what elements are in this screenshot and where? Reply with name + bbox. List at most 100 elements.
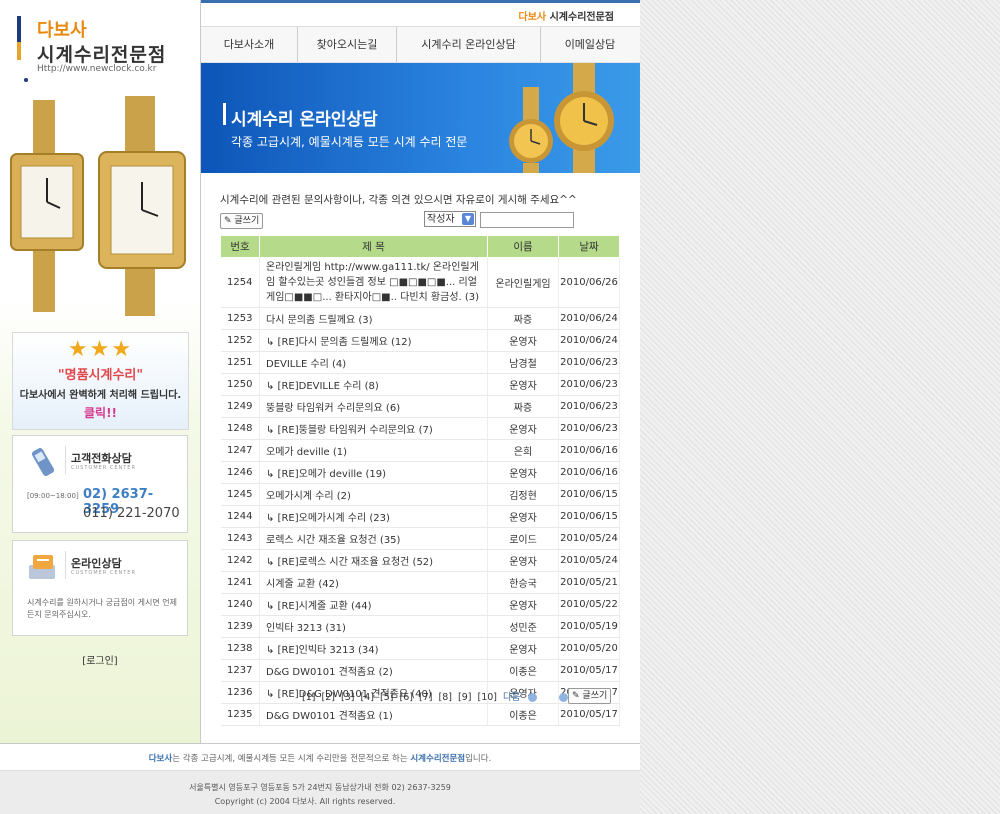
page-link[interactable]: [5]: [380, 692, 393, 703]
banner-watches-image: [509, 63, 614, 173]
post-subject-link[interactable]: ↳ [RE]인빅타 3213 (34): [259, 637, 488, 660]
post-number: 1244: [220, 505, 260, 528]
post-subject-link[interactable]: 다시 문의좀 드릴께요 (3): [259, 307, 488, 330]
post-number: 1251: [220, 351, 260, 374]
nav-item-about[interactable]: 다보사소개: [201, 27, 298, 62]
post-number: 1245: [220, 483, 260, 506]
logo-tagline[interactable]: 시계수리전문점: [37, 40, 166, 67]
post-author: 운영자: [487, 593, 559, 616]
post-author: 한승국: [487, 571, 559, 594]
post-subject-link[interactable]: ↳ [RE]시계줄 교환 (44): [259, 593, 488, 616]
online-consult-icon: [29, 555, 55, 579]
nav-item-email-consult[interactable]: 이메일상담: [541, 27, 639, 62]
chevron-down-icon[interactable]: ▼: [462, 213, 474, 225]
page-link[interactable]: [3]: [341, 692, 354, 703]
nav-item-directions[interactable]: 찾아오시는길: [298, 27, 397, 62]
table-row: 1244 ↳ [RE]오메가시계 수리 (23) 운영자 2010/06/15: [220, 505, 620, 528]
post-number: 1240: [220, 593, 260, 616]
post-author: 이종은: [487, 659, 559, 682]
page-link[interactable]: [7]: [419, 692, 432, 703]
post-date: 2010/06/24: [558, 307, 620, 330]
header-brand-name: 다보사: [518, 12, 547, 23]
login-link[interactable]: [로그인]: [0, 652, 200, 667]
banner-accent-bar: [223, 103, 226, 125]
table-row: 1249 뚱블랑 타임워커 수리문의요 (6) 짜증 2010/06/23: [220, 395, 620, 418]
table-row: 1246 ↳ [RE]오메가 deville (19) 운영자 2010/06/…: [220, 461, 620, 484]
post-subject-link[interactable]: ↳ [RE]DEVILLE 수리 (8): [259, 373, 488, 396]
repair-promo-banner[interactable]: ★★★ "명품시계수리" 다보사에서 완벽하게 처리해 드립니다. 클릭!!: [12, 332, 189, 430]
post-subject-link[interactable]: 온라인릴게임 http://www.ga111.tk/ 온라인릴게임 할수있는곳…: [259, 257, 488, 308]
phone-number-mobile: 011) 221-2070: [83, 506, 180, 521]
search-field-select[interactable]: 작성자 ▼: [424, 211, 476, 227]
logo-url: Http://www.newclock.co.kr: [37, 64, 157, 74]
post-date: 2010/05/24: [558, 549, 620, 572]
post-subject-link[interactable]: ↳ [RE]로렉스 시간 재조율 요청건 (52): [259, 549, 488, 572]
page-link[interactable]: [6]: [400, 692, 413, 703]
phone-consult-subtitle: CUSTOMER CENTER: [71, 465, 136, 471]
page-link[interactable]: [10]: [478, 692, 498, 703]
mobile-phone-icon: [31, 447, 55, 477]
table-row: 1240 ↳ [RE]시계줄 교환 (44) 운영자 2010/05/22: [220, 593, 620, 616]
post-author: 운영자: [487, 505, 559, 528]
post-date: 2010/06/23: [558, 417, 620, 440]
promo-description: 다보사에서 완벽하게 처리해 드립니다.: [19, 390, 182, 401]
post-subject-link[interactable]: 인빅타 3213 (31): [259, 615, 488, 638]
table-header-row: 번호 제 목 이름 날짜: [220, 235, 620, 258]
table-row: 1252 ↳ [RE]다시 문의좀 드릴께요 (12) 운영자 2010/06/…: [220, 329, 620, 352]
post-author: 운영자: [487, 329, 559, 352]
post-number: 1238: [220, 637, 260, 660]
post-date: 2010/06/15: [558, 483, 620, 506]
write-button[interactable]: ✎ 글쓰기: [568, 688, 612, 704]
post-subject-link[interactable]: 로렉스 시간 재조율 요청건 (35): [259, 527, 488, 550]
board-table: 번호 제 목 이름 날짜 1254 온라인릴게임 http://www.ga11…: [220, 235, 620, 726]
logo-name[interactable]: 다보사: [37, 16, 87, 42]
post-number: 1248: [220, 417, 260, 440]
post-number: 1253: [220, 307, 260, 330]
post-subject-link[interactable]: 시계줄 교환 (42): [259, 571, 488, 594]
nav-item-online-consult[interactable]: 시계수리 온라인상담: [397, 27, 541, 62]
footer-address: 서울특별시 영등포구 영등포동 5가 24번지 동남상가내 전화 02) 263…: [189, 783, 451, 792]
post-subject-link[interactable]: ↳ [RE]뚱블랑 타임워커 수리문의요 (7): [259, 417, 488, 440]
post-subject-link[interactable]: ↳ [RE]다시 문의좀 드릴께요 (12): [259, 329, 488, 352]
online-consult-box[interactable]: 온라인상담 CUSTOMER CENTER 시계수리를 원하시거나 궁금점이 게…: [12, 540, 188, 636]
post-author: 운영자: [487, 461, 559, 484]
logo-dot: [24, 78, 28, 82]
last-arrow-icon[interactable]: [558, 693, 568, 702]
pencil-icon: ✎: [572, 691, 580, 701]
page-link[interactable]: [1]: [302, 692, 315, 703]
post-subject-link[interactable]: ↳ [RE]오메가시계 수리 (23): [259, 505, 488, 528]
post-subject-link[interactable]: D&G DW0101 견적좀요 (2): [259, 659, 488, 682]
gold-watches-image: [10, 96, 186, 316]
page-link[interactable]: [2]: [322, 692, 335, 703]
post-number: 1239: [220, 615, 260, 638]
page-link[interactable]: [8]: [439, 692, 452, 703]
write-button[interactable]: ✎ 글쓰기: [220, 213, 264, 229]
post-number: 1252: [220, 329, 260, 352]
search-select-value: 작성자: [427, 214, 455, 225]
footer-brand: 다보사: [148, 754, 173, 764]
star-icons: ★★★: [67, 337, 134, 362]
next-page-link[interactable]: 다음: [503, 692, 520, 703]
next-arrow-icon[interactable]: [527, 693, 537, 702]
divider: [65, 446, 66, 474]
post-subject-link[interactable]: DEVILLE 수리 (4): [259, 351, 488, 374]
post-subject-link[interactable]: 뚱블랑 타임워커 수리문의요 (6): [259, 395, 488, 418]
post-subject-link[interactable]: 오메가 deville (1): [259, 439, 488, 462]
post-date: 2010/06/23: [558, 395, 620, 418]
page-link[interactable]: [4]: [361, 692, 374, 703]
table-row: 1243 로렉스 시간 재조율 요청건 (35) 로이드 2010/05/24: [220, 527, 620, 550]
post-date: 2010/05/17: [558, 703, 620, 726]
online-consult-description: 시계수리를 원하시거나 궁금점이 게시면 언제든지 문의주십시오.: [27, 598, 178, 619]
post-subject-link[interactable]: D&G DW0101 견적좀요 (1): [259, 703, 488, 726]
table-row: 1238 ↳ [RE]인빅타 3213 (34) 운영자 2010/05/20: [220, 637, 620, 660]
post-author: 짜증: [487, 395, 559, 418]
logo-accent-bar: [17, 16, 21, 42]
post-subject-link[interactable]: ↳ [RE]오메가 deville (19): [259, 461, 488, 484]
footer-highlight: 시계수리전문점: [410, 754, 466, 764]
promo-click-label[interactable]: 클릭!!: [13, 404, 188, 421]
search-input[interactable]: [480, 212, 574, 228]
table-row: 1237 D&G DW0101 견적좀요 (2) 이종은 2010/05/17: [220, 659, 620, 682]
page-link[interactable]: [9]: [458, 692, 471, 703]
post-author: 운영자: [487, 417, 559, 440]
post-subject-link[interactable]: 오메가시계 수리 (2): [259, 483, 488, 506]
